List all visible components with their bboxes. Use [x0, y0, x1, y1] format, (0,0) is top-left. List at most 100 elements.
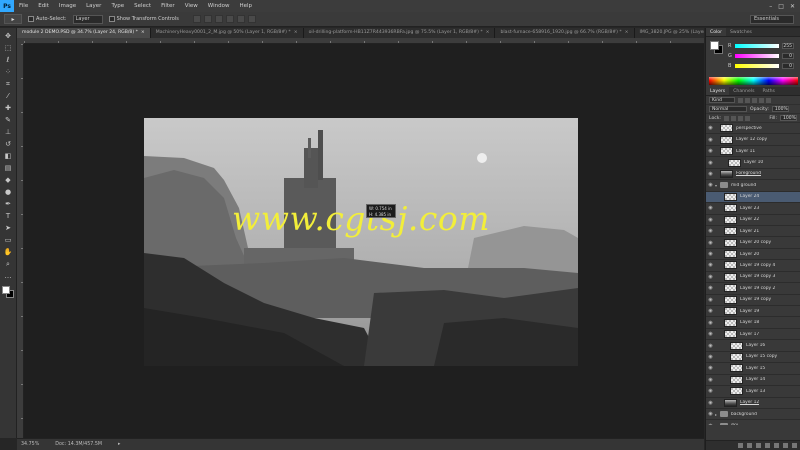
- visibility-eye-icon[interactable]: ◉: [706, 354, 715, 360]
- close-button[interactable]: ✕: [790, 3, 795, 10]
- layer-row[interactable]: ◉ Layer 19 copy 2: [706, 283, 800, 295]
- foreground-swatch-icon[interactable]: [2, 286, 10, 294]
- layer-row[interactable]: ◉ Layer 13: [706, 386, 800, 398]
- slider-track[interactable]: [735, 43, 779, 48]
- visibility-eye-icon[interactable]: ◉: [706, 125, 715, 131]
- layer-row[interactable]: ◉ Layer 23: [706, 203, 800, 215]
- vertical-ruler[interactable]: [17, 44, 24, 438]
- doc-tab[interactable]: blast-furnace-658916_1920.jpg @ 66.7% (R…: [495, 28, 635, 38]
- dodge-tool-icon[interactable]: ●: [3, 188, 14, 197]
- layer-row[interactable]: ◉ Layer 15 copy: [706, 352, 800, 364]
- visibility-eye-icon[interactable]: ◉: [706, 308, 715, 314]
- canvas-area[interactable]: www.cgtsj.com W: 0.754 in H: 4.385 in: [24, 44, 704, 438]
- menu-file[interactable]: File: [14, 3, 33, 9]
- new-layer-icon[interactable]: [783, 443, 788, 448]
- menu-select[interactable]: Select: [129, 3, 156, 9]
- status-menu-arrow[interactable]: ▸: [118, 442, 120, 447]
- link-layers-icon[interactable]: [738, 443, 743, 448]
- auto-select-checkbox[interactable]: Auto-Select:: [28, 16, 67, 22]
- visibility-eye-icon[interactable]: ◉: [706, 388, 715, 394]
- layers-tab-paths[interactable]: Paths: [758, 87, 779, 95]
- menu-window[interactable]: Window: [203, 3, 235, 9]
- adjustment-layer-icon[interactable]: [765, 443, 770, 448]
- filter-pixel-icon[interactable]: [738, 97, 743, 103]
- visibility-eye-icon[interactable]: ◉: [706, 262, 715, 268]
- layer-row[interactable]: ◉ Layer 14: [706, 375, 800, 387]
- healing-brush-tool-icon[interactable]: ✚: [3, 104, 14, 113]
- visibility-eye-icon[interactable]: ◉: [706, 285, 715, 291]
- opacity-field[interactable]: 100%: [771, 106, 789, 112]
- layer-mask-icon[interactable]: [756, 443, 761, 448]
- visibility-eye-icon[interactable]: ◉: [706, 171, 715, 177]
- slider-value[interactable]: 0: [782, 52, 794, 59]
- menu-layer[interactable]: Layer: [81, 3, 106, 9]
- menu-edit[interactable]: Edit: [33, 3, 54, 9]
- layer-row[interactable]: Layer 24: [706, 191, 800, 204]
- blend-mode-dropdown[interactable]: Normal: [709, 106, 747, 112]
- gradient-tool-icon[interactable]: ▤: [3, 164, 14, 173]
- visibility-eye-icon[interactable]: ◉: [706, 411, 715, 417]
- doc-tab[interactable]: IMG_3820.JPG @ 25% (Layer 1, RGB/8#) *×: [635, 28, 705, 38]
- layer-row[interactable]: ◉ Layer 18: [706, 317, 800, 329]
- align-top-icon[interactable]: [192, 15, 201, 23]
- layers-tab-channels[interactable]: Channels: [729, 87, 758, 95]
- layer-row[interactable]: ◉ Foreground: [706, 169, 800, 181]
- filter-type-icon[interactable]: [752, 97, 757, 103]
- visibility-eye-icon[interactable]: ◉: [706, 240, 715, 246]
- delete-layer-icon[interactable]: [792, 443, 797, 448]
- new-group-icon[interactable]: [774, 443, 779, 448]
- layer-row[interactable]: ◉ Layer 19 copy 3: [706, 272, 800, 284]
- menu-filter[interactable]: Filter: [156, 3, 180, 9]
- color-tab-color[interactable]: Color: [706, 28, 726, 36]
- layer-row[interactable]: ◉ Layer 19: [706, 306, 800, 318]
- show-transform-checkbox[interactable]: Show Transform Controls: [108, 16, 179, 22]
- layer-row[interactable]: ◉▾sky: [706, 420, 800, 425]
- move-tool-icon[interactable]: ✥: [3, 32, 14, 41]
- layer-row[interactable]: ◉ Layer 15: [706, 363, 800, 375]
- visibility-eye-icon[interactable]: ◉: [706, 343, 715, 349]
- crop-tool-icon[interactable]: ⌗: [3, 80, 14, 89]
- lasso-tool-icon[interactable]: ℓ: [3, 56, 14, 65]
- visibility-eye-icon[interactable]: ◉: [706, 205, 715, 211]
- layer-row[interactable]: ◉ Layer 10: [706, 157, 800, 169]
- align-middle-icon[interactable]: [203, 15, 212, 23]
- doc-tab[interactable]: oil-drilling-platform-HB11Z7R443936RBFa.…: [304, 28, 496, 38]
- visibility-eye-icon[interactable]: ◉: [706, 251, 715, 257]
- menu-type[interactable]: Type: [106, 3, 129, 9]
- layer-row[interactable]: ◉ Layer 11: [706, 146, 800, 158]
- more-tools-icon[interactable]: …: [3, 272, 14, 281]
- eraser-tool-icon[interactable]: ◧: [3, 152, 14, 161]
- close-tab-icon[interactable]: ×: [625, 30, 629, 35]
- visibility-eye-icon[interactable]: ◉: [706, 365, 715, 371]
- filter-shape-icon[interactable]: [759, 97, 764, 103]
- marquee-tool-icon[interactable]: ⬚: [3, 44, 14, 53]
- filter-adjust-icon[interactable]: [745, 97, 750, 103]
- eyedropper-tool-icon[interactable]: ⁄: [3, 92, 14, 101]
- doc-tab[interactable]: MachineryHeavy0001_2_M.jpg @ 50% (Layer …: [151, 28, 304, 38]
- tool-preset-picker[interactable]: ▸: [4, 14, 22, 24]
- layer-row[interactable]: ◉ Layer 22: [706, 215, 800, 226]
- layer-row[interactable]: ◉ Layer 12: [706, 398, 800, 409]
- doc-tab[interactable]: module 2 DEMO.PSD @ 34.7% (Layer 24, RGB…: [17, 28, 151, 38]
- zoom-level[interactable]: 34.75%: [21, 442, 39, 447]
- hand-tool-icon[interactable]: ✋: [3, 248, 14, 257]
- slider-value[interactable]: 255: [782, 42, 794, 49]
- maximize-button[interactable]: □: [778, 3, 784, 10]
- artwork-canvas[interactable]: [144, 118, 578, 366]
- minimize-button[interactable]: –: [769, 3, 772, 10]
- align-bottom-icon[interactable]: [214, 15, 223, 23]
- layer-row[interactable]: ◉ Layer 19 copy 4: [706, 260, 800, 272]
- close-tab-icon[interactable]: ×: [294, 30, 298, 35]
- color-spectrum[interactable]: [709, 77, 798, 85]
- layer-row[interactable]: ◉ Layer 21: [706, 226, 800, 238]
- layer-row[interactable]: ◉ Layer 19 copy: [706, 295, 800, 306]
- close-tab-icon[interactable]: ×: [486, 30, 490, 35]
- auto-select-dropdown[interactable]: Layer: [72, 14, 103, 24]
- shape-tool-icon[interactable]: ▭: [3, 236, 14, 245]
- clone-stamp-tool-icon[interactable]: ⊥: [3, 128, 14, 137]
- visibility-eye-icon[interactable]: ◉: [706, 148, 715, 154]
- path-select-tool-icon[interactable]: ➤: [3, 224, 14, 233]
- visibility-eye-icon[interactable]: ◉: [706, 228, 715, 234]
- visibility-eye-icon[interactable]: ◉: [706, 423, 715, 425]
- visibility-eye-icon[interactable]: ◉: [706, 217, 715, 223]
